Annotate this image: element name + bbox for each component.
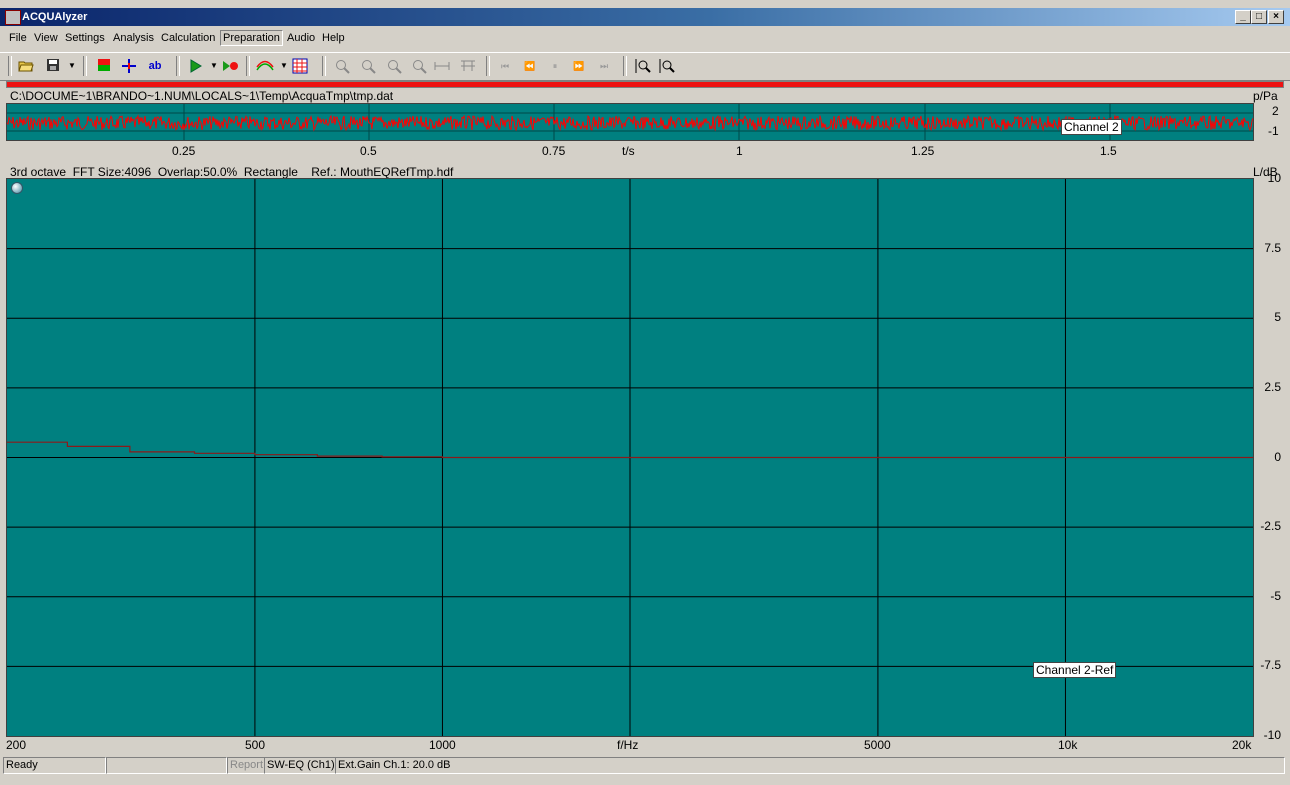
freq-y-tick: -7.5 bbox=[1260, 658, 1281, 673]
freq-y-tick: 10 bbox=[1267, 171, 1281, 185]
freq-y-tick: -10 bbox=[1263, 728, 1281, 742]
time-x-tick: 0.75 bbox=[542, 144, 566, 158]
grid-table-icon[interactable] bbox=[291, 58, 309, 74]
toolbar-separator bbox=[246, 56, 250, 76]
time-x-tick: 0.25 bbox=[172, 144, 196, 158]
time-x-tick: 0.5 bbox=[360, 144, 377, 158]
freq-y-tick: 2.5 bbox=[1264, 379, 1281, 394]
zoom-in-x-icon[interactable] bbox=[333, 58, 351, 74]
zoom-out-y-icon[interactable] bbox=[410, 58, 428, 74]
previous-icon[interactable]: ⏪ bbox=[521, 58, 539, 74]
fit-vertical-icon[interactable] bbox=[459, 58, 477, 74]
freq-x-axis-unit: f/Hz bbox=[617, 738, 639, 752]
play-record-icon[interactable] bbox=[221, 58, 239, 74]
freq-x-tick: 500 bbox=[245, 738, 266, 752]
zoom-out-x-icon[interactable] bbox=[359, 58, 377, 74]
time-signal-plot[interactable]: Channel 2 bbox=[6, 103, 1254, 141]
time-x-tick: 1.25 bbox=[911, 144, 935, 158]
frequency-response-plot[interactable]: Channel 2-Ref bbox=[6, 178, 1254, 737]
status-ready: Ready bbox=[3, 757, 106, 774]
time-x-tick: 1.5 bbox=[1100, 144, 1117, 158]
freq-y-tick: -5 bbox=[1270, 588, 1281, 603]
play-icon[interactable] bbox=[187, 58, 205, 74]
next-icon[interactable]: ⏩ bbox=[570, 58, 588, 74]
freq-x-tick: 10k bbox=[1058, 738, 1078, 752]
save-icon[interactable] bbox=[44, 58, 62, 74]
window-title: ACQUAlyzer bbox=[22, 11, 88, 23]
zoom-in-y-icon[interactable] bbox=[385, 58, 403, 74]
maximize-button[interactable]: □ bbox=[1251, 10, 1267, 24]
zoom-out-icon[interactable] bbox=[658, 58, 676, 74]
menu-view[interactable]: View bbox=[34, 32, 58, 44]
freq-y-tick: 5 bbox=[1274, 310, 1281, 325]
time-overview-slider[interactable] bbox=[6, 81, 1284, 88]
toolbar-separator bbox=[83, 56, 87, 76]
menu-settings[interactable]: Settings bbox=[65, 32, 105, 44]
toolbar-separator bbox=[322, 56, 326, 76]
toolbar-separator bbox=[8, 56, 12, 76]
freq-x-tick: 200 bbox=[6, 738, 27, 752]
minimize-button[interactable]: _ bbox=[1235, 10, 1251, 24]
close-button[interactable]: × bbox=[1268, 10, 1284, 24]
status-mode: SW-EQ (Ch1) bbox=[264, 757, 336, 774]
first-icon[interactable]: ⏮ bbox=[496, 58, 514, 74]
time-plot-y-unit: p/Pa bbox=[1253, 89, 1278, 103]
toolbar-separator bbox=[486, 56, 490, 76]
freq-x-tick: 5000 bbox=[864, 738, 891, 752]
time-x-tick: 1 bbox=[736, 144, 743, 158]
menu-bar: File View Settings Analysis Calculation … bbox=[0, 28, 1290, 49]
crosshair-icon[interactable] bbox=[120, 58, 138, 74]
status-report: Report bbox=[227, 757, 265, 774]
freq-y-tick: -2.5 bbox=[1260, 519, 1281, 534]
analysis-info: 3rd octave FFT Size:4096 Overlap:50.0% R… bbox=[10, 165, 454, 179]
menu-file[interactable]: File bbox=[9, 32, 27, 44]
time-x-axis-unit: t/s bbox=[622, 144, 635, 158]
status-bar: Ready Report SW-EQ (Ch1) Ext.Gain Ch.1: … bbox=[0, 755, 1290, 775]
last-icon[interactable]: ⏭ bbox=[595, 58, 613, 74]
time-channel-label: Channel 2 bbox=[1061, 119, 1122, 135]
fit-horizontal-icon[interactable] bbox=[433, 58, 451, 74]
app-icon[interactable] bbox=[5, 10, 21, 25]
time-plot-y-tick: 2 bbox=[1272, 104, 1279, 118]
record-stop-icon[interactable] bbox=[95, 58, 113, 74]
menu-analysis[interactable]: Analysis bbox=[113, 32, 154, 44]
file-path: C:\DOCUME~1\BRANDO~1.NUM\LOCALS~1\Temp\A… bbox=[10, 89, 394, 103]
freq-x-tick: 20k bbox=[1232, 738, 1252, 752]
frequency-response-svg bbox=[7, 179, 1253, 736]
time-plot-y-tick: -1 bbox=[1268, 124, 1279, 138]
status-gain: Ext.Gain Ch.1: 20.0 dB bbox=[335, 757, 1285, 774]
zoom-in-icon[interactable] bbox=[634, 58, 652, 74]
menu-preparation[interactable]: Preparation bbox=[220, 30, 283, 46]
menu-help[interactable]: Help bbox=[322, 32, 345, 44]
status-blank bbox=[106, 757, 227, 774]
label-ab-icon[interactable]: ab bbox=[146, 58, 164, 74]
open-folder-icon[interactable] bbox=[17, 58, 35, 74]
toolbar-separator bbox=[623, 56, 627, 76]
freq-y-tick: 7.5 bbox=[1264, 240, 1281, 255]
save-dropdown-icon[interactable]: ▼ bbox=[63, 58, 81, 74]
freq-channel-label: Channel 2-Ref bbox=[1033, 662, 1117, 678]
toolbar-separator bbox=[176, 56, 180, 76]
plot-marker-icon[interactable] bbox=[11, 182, 23, 194]
menu-audio[interactable]: Audio bbox=[287, 32, 315, 44]
freq-y-tick: 0 bbox=[1274, 449, 1281, 464]
center-icon[interactable]: ⏸ bbox=[546, 58, 564, 74]
curve-icon[interactable] bbox=[256, 58, 274, 74]
menu-calculation[interactable]: Calculation bbox=[161, 32, 215, 44]
toolbar: ▼ ab ▼ ▼ ⏮ ⏪ ⏸ ⏩ ⏭ bbox=[0, 52, 1290, 81]
freq-x-tick: 1000 bbox=[429, 738, 456, 752]
title-bar: ACQUAlyzer _ □ × bbox=[0, 8, 1290, 26]
